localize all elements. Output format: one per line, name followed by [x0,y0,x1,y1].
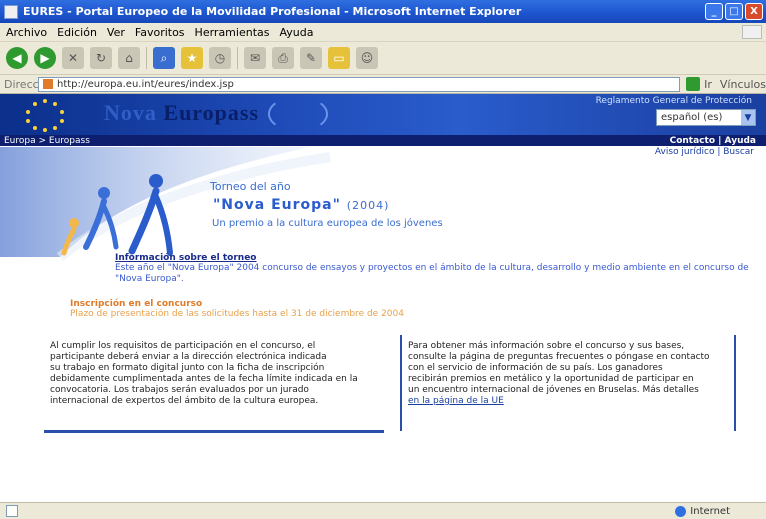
content-box-left: Al cumplir los requisitos de participaci… [44,335,384,433]
box-right-line: un encuentro internacional de jóvenes en… [408,385,699,395]
home-icon[interactable]: ⌂ [118,47,140,69]
box-right-line: recibirán premios en metálico y la oport… [408,374,694,384]
toolbar-separator [146,47,147,69]
info-body: Este año el "Nova Europa" 2004 concurso … [115,263,749,284]
box-left-line: convocatoria. Los trabajos serán evaluad… [50,385,309,395]
mail-icon[interactable]: ✉ [244,47,266,69]
toolbar: ◀ ▶ ✕ ↻ ⌂ ⌕ ★ ◷ ✉ ⎙ ✎ ▭ ☺ [0,42,766,75]
registration-section: Inscripción en el concurso Plazo de pres… [70,299,550,319]
address-label: Dirección [4,77,56,91]
page-status-icon [6,505,18,517]
menu-bar: Archivo Edición Ver Favoritos Herramient… [0,23,766,42]
hero-title-line1: Torneo del año [210,180,291,193]
ie-app-icon [4,4,18,19]
site-logo[interactable]: Nova Europass [104,100,259,126]
maximize-button[interactable]: □ [725,3,743,20]
logo-swirl-icon [268,96,328,132]
menu-edit[interactable]: Edición [57,26,97,39]
top-link[interactable]: Reglamento General de Protección [596,96,752,106]
stop-icon[interactable]: ✕ [62,47,84,69]
nav-right-links[interactable]: Contacto | Ayuda [670,136,756,146]
registration-body: Plazo de presentación de las solicitudes… [70,309,404,319]
sub-nav-links[interactable]: Aviso jurídico | Buscar [655,147,754,157]
edit-icon[interactable]: ✎ [300,47,322,69]
forward-arrow-icon[interactable]: ▶ [34,47,56,69]
hero-subtitle: Un premio a la cultura europea de los jó… [212,218,443,229]
breadcrumb[interactable]: Europa > Europass [4,136,90,146]
page-icon [43,79,53,89]
globe-icon [675,505,687,517]
messenger-icon[interactable]: ☺ [356,47,378,69]
menu-help[interactable]: Ayuda [279,26,313,39]
address-bar: Dirección http://europa.eu.int/eures/ind… [0,75,766,94]
chevron-down-icon: ▼ [741,110,755,125]
box-left-line: Al cumplir los requisitos de participaci… [50,341,316,351]
folder-icon[interactable]: ▭ [328,47,350,69]
site-navbar: Europa > Europass Contacto | Ayuda [0,135,766,146]
favorites-star-icon[interactable]: ★ [181,47,203,69]
box-left-line: su trabajo en formato digital junto con … [50,363,325,373]
hero-title-line2: "Nova Europa" (2004) [213,197,390,213]
box-right-line: con el servicio de información de su paí… [408,363,663,373]
minimize-button[interactable]: _ [705,3,723,20]
search-icon[interactable]: ⌕ [153,47,175,69]
site-banner: Nova Europass Reglamento General de Prot… [0,94,766,135]
go-arrow-icon[interactable] [686,77,701,91]
print-icon[interactable]: ⎙ [272,47,294,69]
box-right-line: Para obtener más información sobre el co… [408,341,685,351]
back-arrow-icon[interactable]: ◀ [6,47,28,69]
menu-file[interactable]: Archivo [6,26,47,39]
security-zone: Internet [675,505,730,517]
toolbar-separator [237,47,238,69]
windows-logo-icon [742,25,762,39]
close-button[interactable]: X [745,3,763,20]
menu-favorites[interactable]: Favoritos [135,26,185,39]
address-value: http://europa.eu.int/eures/index.jsp [57,78,234,90]
window-title: EURES - Portal Europeo de la Movilidad P… [23,5,522,18]
history-icon[interactable]: ◷ [209,47,231,69]
menu-tools[interactable]: Herramientas [195,26,270,39]
links-button[interactable]: Vínculos [720,78,766,91]
menu-view[interactable]: Ver [107,26,125,39]
box-right-line: consulte la página de preguntas frecuent… [408,352,710,362]
registration-heading[interactable]: Inscripción en el concurso [70,299,550,309]
language-select[interactable]: español (es) ▼ [656,109,756,126]
refresh-icon[interactable]: ↻ [90,47,112,69]
go-button-label[interactable]: Ir [704,78,712,91]
zone-label: Internet [690,505,730,517]
status-bar: Internet [0,502,766,519]
box-left-line: participante deberá enviar a la direcció… [50,352,327,362]
window-titlebar[interactable]: EURES - Portal Europeo de la Movilidad P… [0,0,766,23]
box-left-line: internacional de expertos del ámbito de … [50,396,319,406]
eu-flag-icon [20,98,70,132]
address-input[interactable]: http://europa.eu.int/eures/index.jsp [38,76,681,92]
info-section: Información sobre el torneo Este año el … [115,253,755,285]
box-left-line: debidamente cumplimentada antes de la fe… [50,374,358,384]
info-heading[interactable]: Información sobre el torneo [115,253,755,263]
box-right-link[interactable]: en la página de la UE [408,396,504,406]
content-box-right: Para obtener más información sobre el co… [400,335,736,431]
